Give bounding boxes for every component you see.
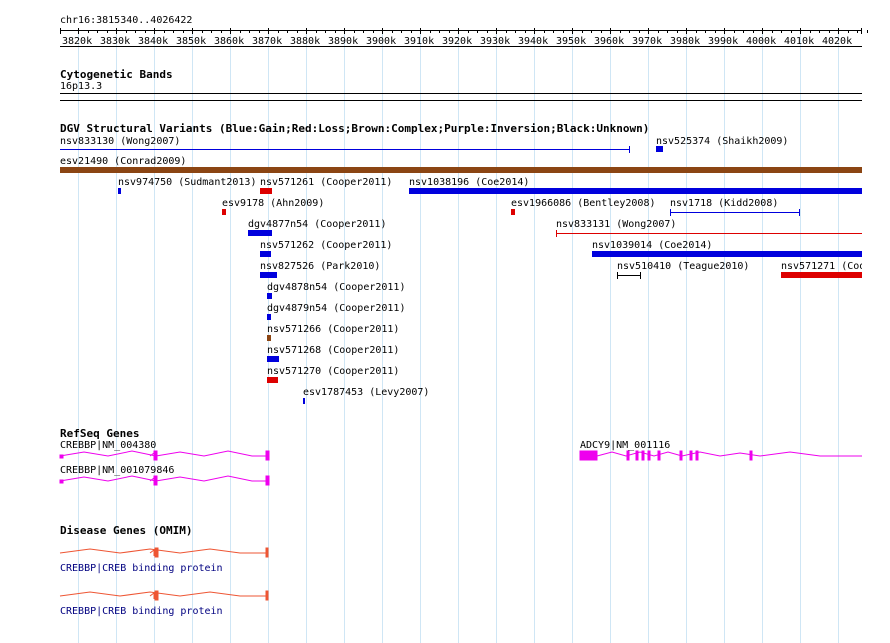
omim-gene-label[interactable]: CREBBP|CREB binding protein	[60, 606, 223, 617]
omim-gene-model-1[interactable]	[59, 547, 269, 558]
refseq-gene-model-crebbp-2[interactable]	[59, 475, 270, 486]
refseq-gene-model-crebbp-1[interactable]	[59, 450, 270, 461]
omim-gene-label[interactable]: CREBBP|CREB binding protein	[60, 563, 223, 574]
omim-track-title: Disease Genes (OMIM)	[60, 524, 193, 537]
refseq-gene-model-adcy9[interactable]	[579, 450, 862, 461]
omim-gene-model-2[interactable]	[59, 590, 269, 601]
gene-models	[59, 450, 862, 601]
